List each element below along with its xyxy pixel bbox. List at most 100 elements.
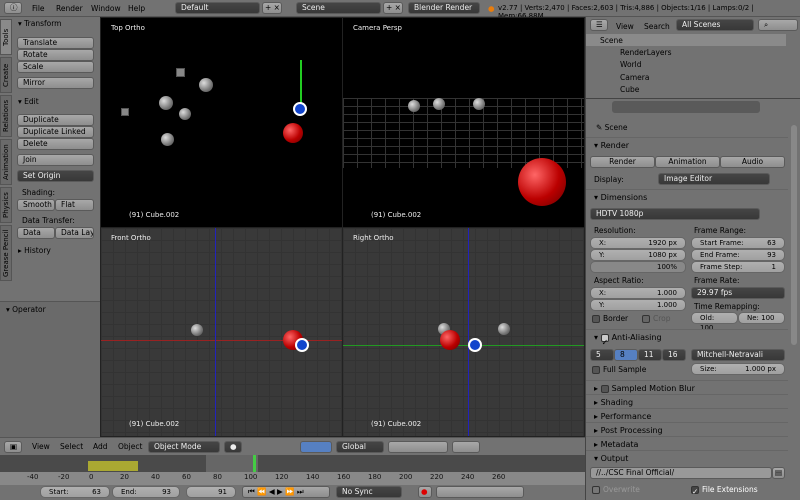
- search-icon[interactable]: ⌕: [758, 19, 798, 31]
- viewport-front-ortho[interactable]: Front Ortho (91) Cube.002: [100, 227, 343, 437]
- aa-samples-8[interactable]: 8: [614, 349, 638, 361]
- start-frame-field[interactable]: Start: 63: [40, 486, 110, 498]
- panel-render-header[interactable]: ▾ Render: [586, 137, 788, 153]
- shading-select[interactable]: ●: [224, 441, 242, 453]
- animation-button[interactable]: Animation: [655, 156, 720, 168]
- layers-grid[interactable]: [388, 441, 448, 453]
- border-checkbox[interactable]: Border: [592, 314, 628, 323]
- set-origin-select[interactable]: Set Origin: [17, 170, 94, 182]
- menu-render[interactable]: Render: [56, 4, 83, 13]
- aa-samples-5[interactable]: 5: [590, 349, 614, 361]
- tab-physics[interactable]: Physics: [0, 187, 12, 223]
- orientation-select[interactable]: Global: [336, 441, 384, 453]
- resolution-y-field[interactable]: Y: 1080 px: [590, 249, 686, 261]
- data-lay-button[interactable]: Data Lay: [55, 227, 94, 239]
- panel-edit-header[interactable]: ▾ Edit: [18, 97, 39, 106]
- menu-object[interactable]: Object: [118, 442, 142, 451]
- render-engine-select[interactable]: Blender Render: [408, 2, 480, 14]
- layout-select[interactable]: Default: [175, 2, 260, 14]
- manipulator-button[interactable]: [300, 441, 332, 453]
- scene-add-button[interactable]: + ×: [383, 2, 403, 14]
- layers-grid-2[interactable]: [452, 441, 480, 453]
- duplicate-linked-button[interactable]: Duplicate Linked: [17, 126, 94, 138]
- viewport-top-ortho[interactable]: Top Ortho (91) Cube.002: [100, 17, 343, 228]
- current-frame-field[interactable]: 91: [186, 486, 236, 498]
- full-sample-checkbox[interactable]: Full Sample: [592, 365, 646, 374]
- panel-transform-header[interactable]: ▾ Transform: [18, 19, 61, 28]
- selected-object-widget[interactable]: [295, 338, 309, 352]
- menu-file[interactable]: File: [32, 4, 45, 13]
- remap-new-field[interactable]: Ne: 100: [738, 312, 785, 324]
- record-button[interactable]: ●: [418, 486, 432, 498]
- outliner-item-camera[interactable]: Camera: [620, 73, 649, 82]
- scale-button[interactable]: Scale: [17, 61, 94, 73]
- current-frame-marker[interactable]: [253, 455, 256, 472]
- aa-size-field[interactable]: Size: 1.000 px: [691, 363, 785, 375]
- outliner-item-renderlayers[interactable]: RenderLayers: [620, 48, 672, 57]
- keying-set-field[interactable]: [436, 486, 524, 498]
- tab-animation[interactable]: Animation: [0, 139, 12, 185]
- resolution-x-field[interactable]: X: 1920 px: [590, 237, 686, 249]
- audio-button[interactable]: Audio: [720, 156, 785, 168]
- join-button[interactable]: Join: [17, 154, 94, 166]
- editor-type-button[interactable]: ▣: [4, 441, 22, 453]
- aa-samples-16[interactable]: 16: [662, 349, 686, 361]
- scene-select[interactable]: Scene: [296, 2, 381, 14]
- panel-operator-header[interactable]: ▾ Operator: [6, 305, 46, 314]
- menu-add[interactable]: Add: [93, 442, 108, 451]
- tab-relations[interactable]: Relations: [0, 95, 12, 137]
- playback-controls[interactable]: ⏮ ⏪ ◀ ▶ ⏩ ⏭: [242, 486, 330, 498]
- outliner-item-world[interactable]: World: [620, 60, 642, 69]
- viewport-right-ortho[interactable]: Right Ortho (91) Cube.002: [342, 227, 585, 437]
- outliner-item-cube[interactable]: Cube: [620, 85, 639, 94]
- tab-tools[interactable]: Tools: [0, 19, 12, 55]
- end-frame-field[interactable]: End Frame: 93: [691, 249, 785, 261]
- menu-window[interactable]: Window: [91, 4, 121, 13]
- outliner-item-scene[interactable]: Scene: [600, 36, 623, 45]
- aspect-y-field[interactable]: Y: 1.000: [590, 299, 686, 311]
- panel-dimensions-header[interactable]: ▾ Dimensions: [586, 189, 788, 205]
- data-button[interactable]: Data: [17, 227, 55, 239]
- editor-type-button[interactable]: ⓘ: [4, 2, 22, 14]
- rotate-button[interactable]: Rotate: [17, 49, 94, 61]
- duplicate-button[interactable]: Duplicate: [17, 114, 94, 126]
- selected-object-widget[interactable]: [293, 102, 307, 116]
- selected-object-widget[interactable]: [468, 338, 482, 352]
- sync-select[interactable]: No Sync: [336, 486, 402, 498]
- delete-button[interactable]: Delete: [17, 138, 94, 150]
- flat-button[interactable]: Flat: [55, 199, 94, 211]
- frame-step-field[interactable]: Frame Step: 1: [691, 261, 785, 273]
- display-mode-select[interactable]: All Scenes: [676, 19, 754, 31]
- translate-button[interactable]: Translate: [17, 37, 94, 49]
- properties-scrollbar[interactable]: [791, 125, 797, 345]
- layout-add-button[interactable]: + ×: [262, 2, 282, 14]
- menu-select[interactable]: Select: [60, 442, 83, 451]
- tab-grease-pencil[interactable]: Grease Pencil: [0, 225, 12, 281]
- frame-rate-select[interactable]: 29.97 fps: [691, 287, 785, 299]
- mode-select[interactable]: Object Mode: [148, 441, 220, 453]
- property-context-tabs[interactable]: [612, 101, 760, 113]
- aa-filter-select[interactable]: Mitchell-Netravali: [691, 349, 785, 361]
- crop-checkbox[interactable]: Crop: [642, 314, 671, 323]
- aspect-x-field[interactable]: X: 1.000: [590, 287, 686, 299]
- smooth-button[interactable]: Smooth: [17, 199, 55, 211]
- timeline[interactable]: -40 -20 0 20 40 60 80 100 120 140 160 180 200 220 240 2…: [0, 455, 585, 485]
- menu-help[interactable]: Help: [128, 4, 145, 13]
- mirror-button[interactable]: Mirror: [17, 77, 94, 89]
- start-frame-field[interactable]: Start Frame: 63: [691, 237, 785, 249]
- folder-icon[interactable]: ▤: [772, 467, 785, 479]
- aa-samples-11[interactable]: 11: [638, 349, 662, 361]
- viewport-camera-persp[interactable]: Camera Persp (91) Cube.002: [342, 17, 585, 228]
- remap-old-field[interactable]: Old: 100: [691, 312, 738, 332]
- display-select[interactable]: Image Editor: [658, 173, 770, 185]
- panel-output-header[interactable]: ▾ Output: [586, 450, 788, 466]
- render-preset-select[interactable]: HDTV 1080p: [590, 208, 760, 220]
- editor-type-button[interactable]: ☰: [590, 19, 608, 31]
- end-frame-field[interactable]: End: 93: [112, 486, 180, 498]
- panel-history-header[interactable]: ▸ History: [18, 246, 51, 255]
- tab-create[interactable]: Create: [0, 57, 12, 93]
- file-extensions-checkbox[interactable]: ✓ File Extensions: [691, 485, 758, 496]
- resolution-percent-field[interactable]: 100%: [590, 261, 686, 273]
- menu-search[interactable]: Search: [644, 22, 670, 31]
- overwrite-checkbox[interactable]: Overwrite: [592, 485, 640, 494]
